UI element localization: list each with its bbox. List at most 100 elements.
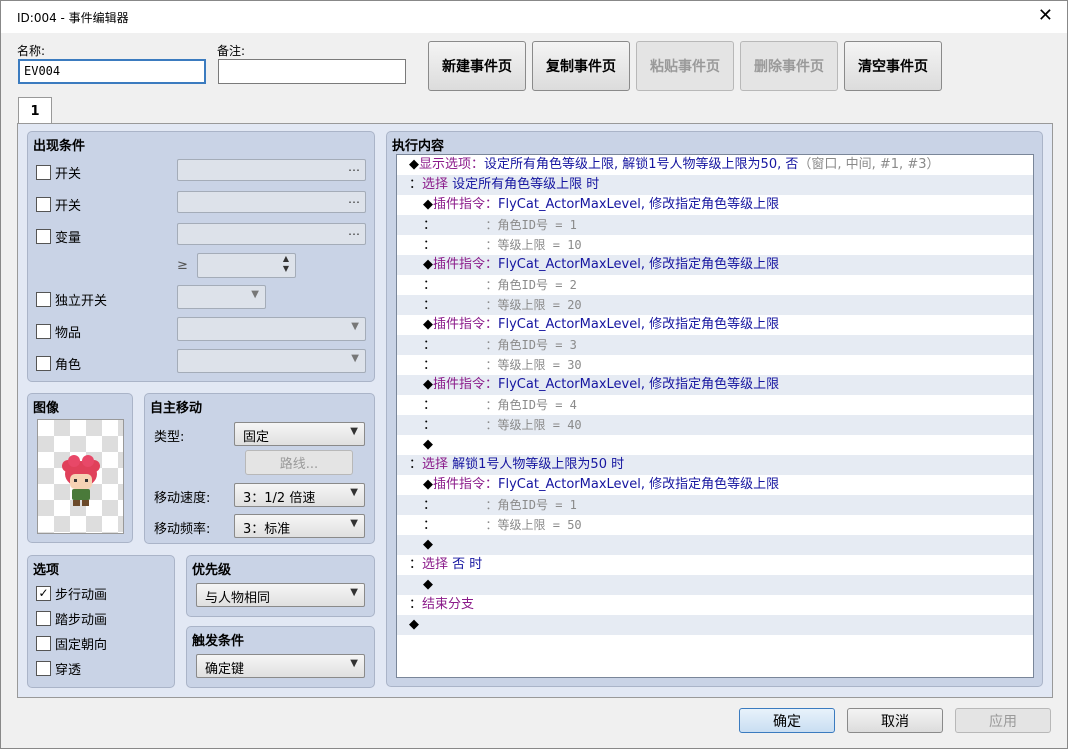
command-row[interactable]: ： ：等级上限 = 50: [397, 515, 1033, 535]
command-param-line: ：等级上限 = 30: [485, 358, 582, 372]
paste-page-button[interactable]: 粘贴事件页: [636, 41, 734, 91]
command-row[interactable]: ： ：等级上限 = 30: [397, 355, 1033, 375]
switch2-selector[interactable]: …: [177, 191, 366, 213]
copy-page-button[interactable]: 复制事件页: [532, 41, 630, 91]
command-row[interactable]: ： ：角色ID号 = 1: [397, 215, 1033, 235]
command-param-line: ：角色ID号 = 3: [485, 338, 577, 352]
item-dropdown[interactable]: ▼: [177, 317, 366, 341]
row-prefix: ：: [423, 298, 430, 313]
command-row[interactable]: ◆: [397, 575, 1033, 595]
variable-checkbox[interactable]: 变量: [36, 227, 81, 246]
command-text: FlyCat_ActorMaxLevel, 修改指定角色等级上限: [498, 197, 780, 212]
checkbox-box[interactable]: [36, 661, 51, 676]
item-checkbox[interactable]: 物品: [36, 322, 81, 341]
command-row[interactable]: ： ：角色ID号 = 4: [397, 395, 1033, 415]
chevron-down-icon: ▼: [251, 289, 259, 300]
close-icon[interactable]: ✕: [1038, 5, 1053, 26]
through-checkbox[interactable]: 穿透: [36, 659, 81, 678]
chevron-down-icon: ▼: [351, 353, 359, 364]
command-row[interactable]: ◆: [397, 535, 1033, 555]
command-row[interactable]: ◆插件指令：FlyCat_ActorMaxLevel, 修改指定角色等级上限: [397, 475, 1033, 495]
row-prefix: ◆: [409, 617, 419, 632]
checkbox-box[interactable]: [36, 229, 51, 244]
command-row[interactable]: ： ：角色ID号 = 1: [397, 495, 1033, 515]
ok-button[interactable]: 确定: [739, 708, 835, 733]
walk-anim-checkbox[interactable]: ✓ 步行动画: [36, 584, 107, 603]
autonomous-move-panel: 自主移动 类型: 固定 ▼ 路线... 移动速度: 3：1/2 倍速 ▼ 移动频率:…: [144, 393, 375, 544]
command-row[interactable]: ： ：等级上限 = 10: [397, 235, 1033, 255]
checkbox-checked-icon[interactable]: ✓: [36, 586, 51, 601]
conditions-title: 出现条件: [33, 139, 86, 154]
name-input[interactable]: EV004: [18, 59, 206, 84]
command-row[interactable]: ◆插件指令：FlyCat_ActorMaxLevel, 修改指定角色等级上限: [397, 255, 1033, 275]
chevron-down-icon: ▼: [350, 518, 358, 529]
command-row[interactable]: ： ：等级上限 = 20: [397, 295, 1033, 315]
switch1-selector[interactable]: …: [177, 159, 366, 181]
self-switch-dropdown[interactable]: ▼: [177, 285, 266, 309]
tab-page-1[interactable]: 1: [18, 97, 52, 124]
priority-dropdown[interactable]: 与人物相同 ▼: [196, 583, 365, 607]
command-row[interactable]: ：结束分支: [397, 595, 1033, 615]
command-row[interactable]: ：选择 设定所有角色等级上限 时: [397, 175, 1033, 195]
command-row[interactable]: ◆插件指令：FlyCat_ActorMaxLevel, 修改指定角色等级上限: [397, 375, 1033, 395]
checkbox-box[interactable]: [36, 636, 51, 651]
command-params: （窗口, 中间, #1, #3）: [798, 157, 940, 172]
checkbox-box[interactable]: [36, 165, 51, 180]
move-frequency-dropdown[interactable]: 3：标准 ▼: [234, 514, 365, 538]
priority-title: 优先级: [192, 563, 232, 578]
checkbox-box[interactable]: [36, 356, 51, 371]
row-prefix: ：: [423, 338, 430, 353]
ellipsis-icon: …: [348, 160, 360, 174]
variable-label: 变量: [55, 231, 82, 246]
command-row[interactable]: ：选择 解锁1号人物等级上限为50 时: [397, 455, 1033, 475]
command-row[interactable]: ◆: [397, 435, 1033, 455]
actor-checkbox[interactable]: 角色: [36, 354, 81, 373]
chevron-down-icon: ▼: [350, 658, 358, 669]
move-type-dropdown[interactable]: 固定 ▼: [234, 422, 365, 446]
command-name: 插件指令：: [433, 377, 499, 392]
switch1-label: 开关: [55, 167, 82, 182]
command-row[interactable]: ： ：角色ID号 = 3: [397, 335, 1033, 355]
switch1-checkbox[interactable]: 开关: [36, 163, 81, 182]
delete-page-button[interactable]: 删除事件页: [740, 41, 838, 91]
clear-page-button[interactable]: 清空事件页: [844, 41, 942, 91]
route-button[interactable]: 路线...: [245, 450, 353, 475]
note-label: 备注:: [217, 44, 246, 58]
direction-fix-checkbox[interactable]: 固定朝向: [36, 634, 107, 653]
spinner-arrows-icon[interactable]: ▲ ▼: [283, 254, 289, 274]
step-anim-checkbox[interactable]: 踏步动画: [36, 609, 107, 628]
command-row[interactable]: ◆显示选项：设定所有角色等级上限, 解锁1号人物等级上限为50, 否（窗口, 中…: [397, 155, 1033, 175]
self-switch-checkbox[interactable]: 独立开关: [36, 290, 107, 309]
variable-selector[interactable]: …: [177, 223, 366, 245]
command-list[interactable]: ◆显示选项：设定所有角色等级上限, 解锁1号人物等级上限为50, 否（窗口, 中…: [396, 154, 1034, 678]
command-row[interactable]: ： ：等级上限 = 40: [397, 415, 1033, 435]
command-row[interactable]: ◆: [397, 615, 1033, 635]
variable-value-spinner[interactable]: ▲ ▼: [197, 253, 296, 278]
new-page-button[interactable]: 新建事件页: [428, 41, 526, 91]
cancel-button[interactable]: 取消: [847, 708, 943, 733]
command-row[interactable]: [397, 635, 1033, 655]
command-row[interactable]: ： ：角色ID号 = 2: [397, 275, 1033, 295]
chevron-down-icon: ▼: [350, 487, 358, 498]
command-name: 选择: [422, 177, 453, 192]
move-speed-label: 移动速度:: [154, 491, 211, 506]
command-row[interactable]: ：选择 否 时: [397, 555, 1033, 575]
checkbox-box[interactable]: [36, 324, 51, 339]
trigger-dropdown[interactable]: 确定键 ▼: [196, 654, 365, 678]
checkbox-box[interactable]: [36, 611, 51, 626]
move-speed-dropdown[interactable]: 3：1/2 倍速 ▼: [234, 483, 365, 507]
apply-button[interactable]: 应用: [955, 708, 1051, 733]
row-prefix: ：: [423, 278, 430, 293]
row-prefix: ◆: [423, 317, 433, 332]
checkbox-box[interactable]: [36, 292, 51, 307]
checkbox-box[interactable]: [36, 197, 51, 212]
command-text: 否 时: [452, 557, 483, 572]
character-image[interactable]: [37, 419, 124, 534]
actor-dropdown[interactable]: ▼: [177, 349, 366, 373]
note-input[interactable]: [218, 59, 406, 84]
switch2-checkbox[interactable]: 开关: [36, 195, 81, 214]
command-text: 解锁1号人物等级上限为50 时: [452, 457, 625, 472]
options-title: 选项: [33, 563, 60, 578]
command-row[interactable]: ◆插件指令：FlyCat_ActorMaxLevel, 修改指定角色等级上限: [397, 315, 1033, 335]
command-row[interactable]: ◆插件指令：FlyCat_ActorMaxLevel, 修改指定角色等级上限: [397, 195, 1033, 215]
